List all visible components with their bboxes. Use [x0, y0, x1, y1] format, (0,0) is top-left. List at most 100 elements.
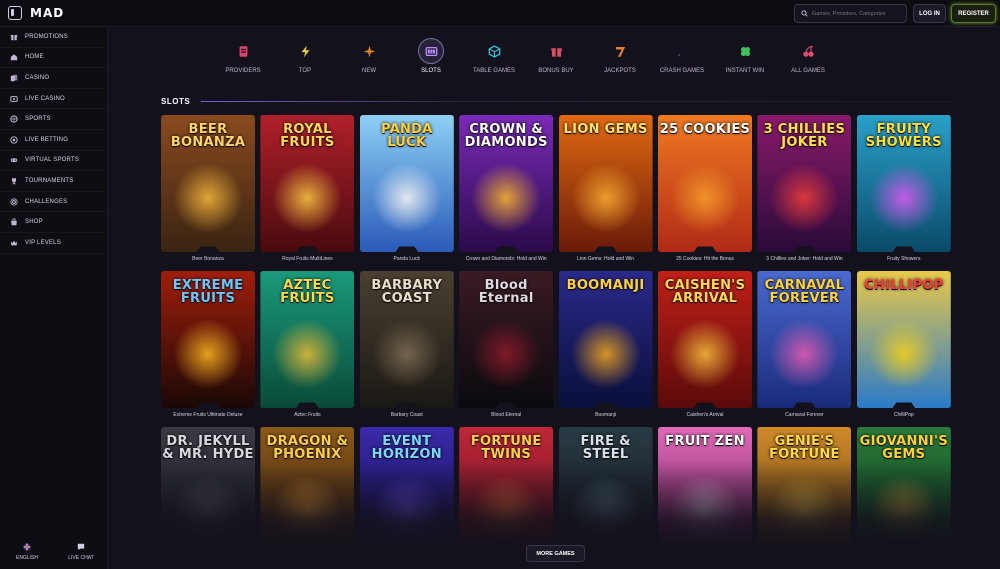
game-tile[interactable]: AZTEC FRUITS Aztec Fruits: [260, 271, 355, 418]
game-logo: LION GEMS: [563, 122, 648, 137]
live-chat-button[interactable]: LIVE CHAT: [54, 535, 108, 569]
game-logo: Blood Eternal: [478, 278, 534, 306]
category-label: SLOTS: [421, 68, 441, 74]
game-art: [670, 319, 740, 389]
login-button[interactable]: LOG IN: [913, 4, 946, 23]
sidebar-item-label: LIVE CASINO: [25, 95, 65, 102]
game-tile[interactable]: 3 CHILLIES JOKER 3 Chillies and Joker: Ho…: [757, 115, 852, 262]
game-title: Carnaval Forever: [785, 412, 824, 418]
game-tile[interactable]: GIOVANNI'S GEMS: [856, 427, 951, 564]
game-art: [868, 163, 939, 233]
game-art: [868, 475, 939, 545]
category-table-games[interactable]: TABLE GAMES: [464, 38, 524, 74]
game-tile[interactable]: GENIE'S FORTUNE: [757, 427, 852, 564]
game-thumbnail: FRUIT ZEN: [658, 427, 752, 564]
category-crash-games[interactable]: CRASH GAMES: [652, 38, 712, 74]
sidebar-toggle-icon[interactable]: [8, 6, 22, 20]
sidebar-item-label: PROMOTIONS: [25, 33, 69, 40]
sidebar-item-casino[interactable]: CASINO: [0, 68, 107, 89]
shop-icon: [9, 218, 18, 226]
game-tile[interactable]: BOOMANJI Boomanji: [558, 271, 653, 418]
search-input[interactable]: [812, 10, 906, 17]
category-all-games[interactable]: ALL GAMES: [778, 38, 838, 74]
category-new[interactable]: NEW: [339, 38, 399, 74]
site-logo[interactable]: MAD: [30, 6, 64, 20]
more-games-button[interactable]: MORE GAMES: [526, 545, 585, 562]
language-selector[interactable]: ENGLISH: [0, 535, 54, 569]
game-tile[interactable]: FIRE & STEEL: [558, 427, 653, 564]
category-jackpots[interactable]: JACKPOTS: [590, 38, 650, 74]
category-instant-win[interactable]: INSTANT WIN: [715, 38, 775, 74]
game-tile[interactable]: PANDA LUCK Panda Luck: [359, 115, 454, 262]
game-title: Aztec Fruits: [294, 412, 321, 418]
game-logo: ROYAL FRUITS: [280, 122, 335, 150]
sidebar-item-home[interactable]: HOME: [0, 48, 107, 69]
gift-icon: [543, 38, 569, 64]
sidebar: PROMOTIONS HOME CASINO LIVE CASINO SPORTS LIV…: [0, 27, 108, 569]
uk-flag-icon: [23, 543, 31, 551]
seven-icon: [607, 38, 633, 64]
game-tile[interactable]: CROWN & DIAMONDS Crown and Diamonds: Hold…: [459, 115, 554, 262]
game-logo: GENIE'S FORTUNE: [769, 434, 840, 462]
game-tile[interactable]: CHILLIPOP ChilliPop: [856, 271, 951, 418]
live-betting-icon: [9, 136, 18, 144]
game-tile[interactable]: DRAGON & PHOENIX: [260, 427, 355, 564]
game-tile[interactable]: EXTREME FRUITS Extreme Fruits Ultimate De…: [161, 271, 255, 418]
game-art: [868, 319, 939, 389]
sidebar-item-sports[interactable]: SPORTS: [0, 109, 107, 130]
sidebar-item-live-casino[interactable]: LIVE CASINO: [0, 89, 107, 110]
game-tile[interactable]: LION GEMS Lion Gems: Hold and Win: [558, 115, 653, 262]
category-slots[interactable]: SLOTS: [401, 38, 461, 74]
search-box[interactable]: [794, 4, 907, 23]
sidebar-menu: PROMOTIONS HOME CASINO LIVE CASINO SPORTS LIV…: [0, 27, 107, 254]
category-top[interactable]: TOP: [275, 38, 335, 74]
game-art: [371, 319, 442, 389]
game-tile[interactable]: FRUITY SHOWERS Fruity Showers: [856, 115, 951, 262]
language-label: ENGLISH: [16, 555, 38, 561]
game-art: [471, 163, 542, 233]
game-art: [769, 163, 840, 233]
game-tile[interactable]: FRUIT ZEN: [658, 427, 752, 564]
sidebar-item-label: SPORTS: [25, 116, 51, 123]
gift-icon: [9, 33, 18, 40]
bolt-icon: [292, 38, 318, 64]
game-logo: 25 COOKIES: [659, 122, 751, 137]
game-thumbnail: CHILLIPOP: [856, 271, 951, 408]
game-thumbnail: DRAGON & PHOENIX: [260, 427, 355, 564]
game-art: [272, 475, 343, 545]
sidebar-item-promotions[interactable]: PROMOTIONS: [0, 27, 107, 48]
category-providers[interactable]: PROVIDERS: [213, 38, 273, 74]
game-logo: GIOVANNI'S GEMS: [859, 434, 948, 462]
game-thumbnail: BOOMANJI: [558, 271, 653, 408]
sidebar-item-live-betting[interactable]: LIVE BETTING: [0, 130, 107, 151]
game-tile[interactable]: Blood Eternal Blood Eternal: [459, 271, 554, 418]
game-title: Royal Fruits MultiLines: [282, 256, 333, 262]
game-art: [670, 163, 740, 233]
category-bonus-buy[interactable]: BONUS BUY: [526, 38, 586, 74]
register-button[interactable]: REGISTER: [951, 4, 996, 23]
game-tile[interactable]: 25 COOKIES 25 Cookies: Hit the Bonus: [658, 115, 752, 262]
game-tile[interactable]: DR. JEKYLL & MR. HYDE: [161, 427, 255, 564]
game-tile[interactable]: EVENT HORIZON: [359, 427, 454, 564]
sidebar-item-challenges[interactable]: CHALLENGES: [0, 192, 107, 213]
game-art: [371, 475, 442, 545]
game-thumbnail: GENIE'S FORTUNE: [757, 427, 852, 564]
game-thumbnail: DR. JEKYLL & MR. HYDE: [161, 427, 255, 564]
category-label: TABLE GAMES: [473, 68, 515, 74]
game-tile[interactable]: CARNAVAL FOREVER Carnaval Forever: [757, 271, 852, 418]
sidebar-item-tournaments[interactable]: TOURNAMENTS: [0, 171, 107, 192]
game-tile[interactable]: ROYAL FRUITS Royal Fruits MultiLines: [260, 115, 355, 262]
game-logo: DR. JEKYLL & MR. HYDE: [162, 434, 254, 462]
game-tile[interactable]: BARBARY COAST Barbary Coast: [359, 271, 454, 418]
sidebar-item-vip-levels[interactable]: VIP LEVELS: [0, 233, 107, 254]
game-thumbnail: BARBARY COAST: [359, 271, 454, 408]
game-tile[interactable]: FORTUNE TWINS: [459, 427, 554, 564]
game-art: [173, 319, 243, 389]
sidebar-item-shop[interactable]: SHOP: [0, 212, 107, 233]
game-logo: FRUIT ZEN: [665, 434, 745, 449]
game-title: Panda Luck: [393, 256, 420, 262]
game-tile[interactable]: CAISHEN'S ARRIVAL Caishen's Arrival: [658, 271, 752, 418]
game-tile[interactable]: BEER BONANZA Beer Bonanza: [161, 115, 255, 262]
sidebar-item-virtual-sports[interactable]: VIRTUAL SPORTS: [0, 151, 107, 172]
game-title: ChilliPop: [893, 412, 914, 418]
